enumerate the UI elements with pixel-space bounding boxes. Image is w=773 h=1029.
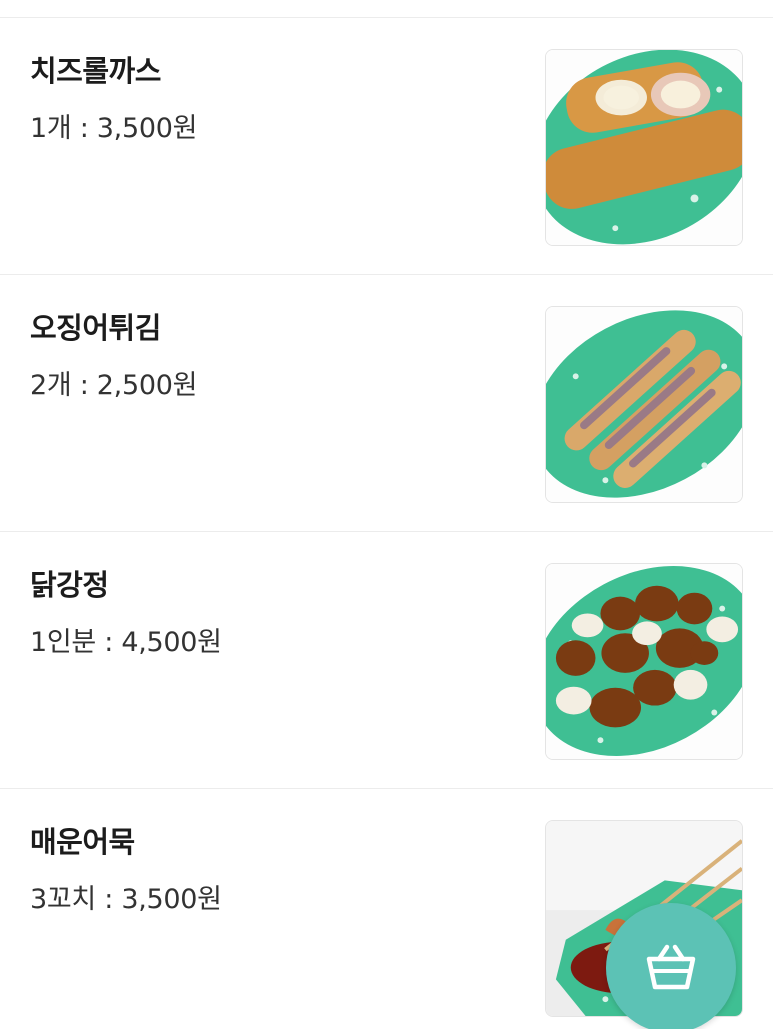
cheese-roll-cutlet-photo bbox=[546, 50, 742, 245]
menu-list: 치즈롤까스 1개 : 3,500원 오징어튀김 2개 : 2,500원 닭강정 … bbox=[0, 18, 773, 1029]
basket-icon bbox=[646, 944, 696, 990]
item-name: 오징어튀김 bbox=[30, 311, 161, 345]
item-thumbnail[interactable] bbox=[545, 49, 743, 246]
menu-item-fried-squid[interactable]: 오징어튀김 2개 : 2,500원 bbox=[0, 275, 773, 532]
item-thumbnail[interactable] bbox=[545, 306, 743, 503]
item-name: 매운어묵 bbox=[30, 825, 135, 859]
item-price: 2개 : 2,500원 bbox=[30, 370, 198, 401]
menu-item-cheese-roll-cutlet[interactable]: 치즈롤까스 1개 : 3,500원 bbox=[0, 18, 773, 275]
item-price: 3꼬치 : 3,500원 bbox=[30, 884, 222, 915]
menu-item-sweet-crispy-chicken[interactable]: 닭강정 1인분 : 4,500원 bbox=[0, 532, 773, 789]
item-name: 닭강정 bbox=[30, 568, 109, 602]
fried-squid-photo bbox=[546, 307, 742, 502]
cart-button[interactable] bbox=[606, 903, 736, 1029]
item-price: 1인분 : 4,500원 bbox=[30, 627, 222, 658]
item-thumbnail[interactable] bbox=[545, 563, 743, 760]
sweet-crispy-chicken-photo bbox=[546, 564, 742, 759]
item-price: 1개 : 3,500원 bbox=[30, 113, 198, 144]
item-name: 치즈롤까스 bbox=[30, 54, 161, 88]
